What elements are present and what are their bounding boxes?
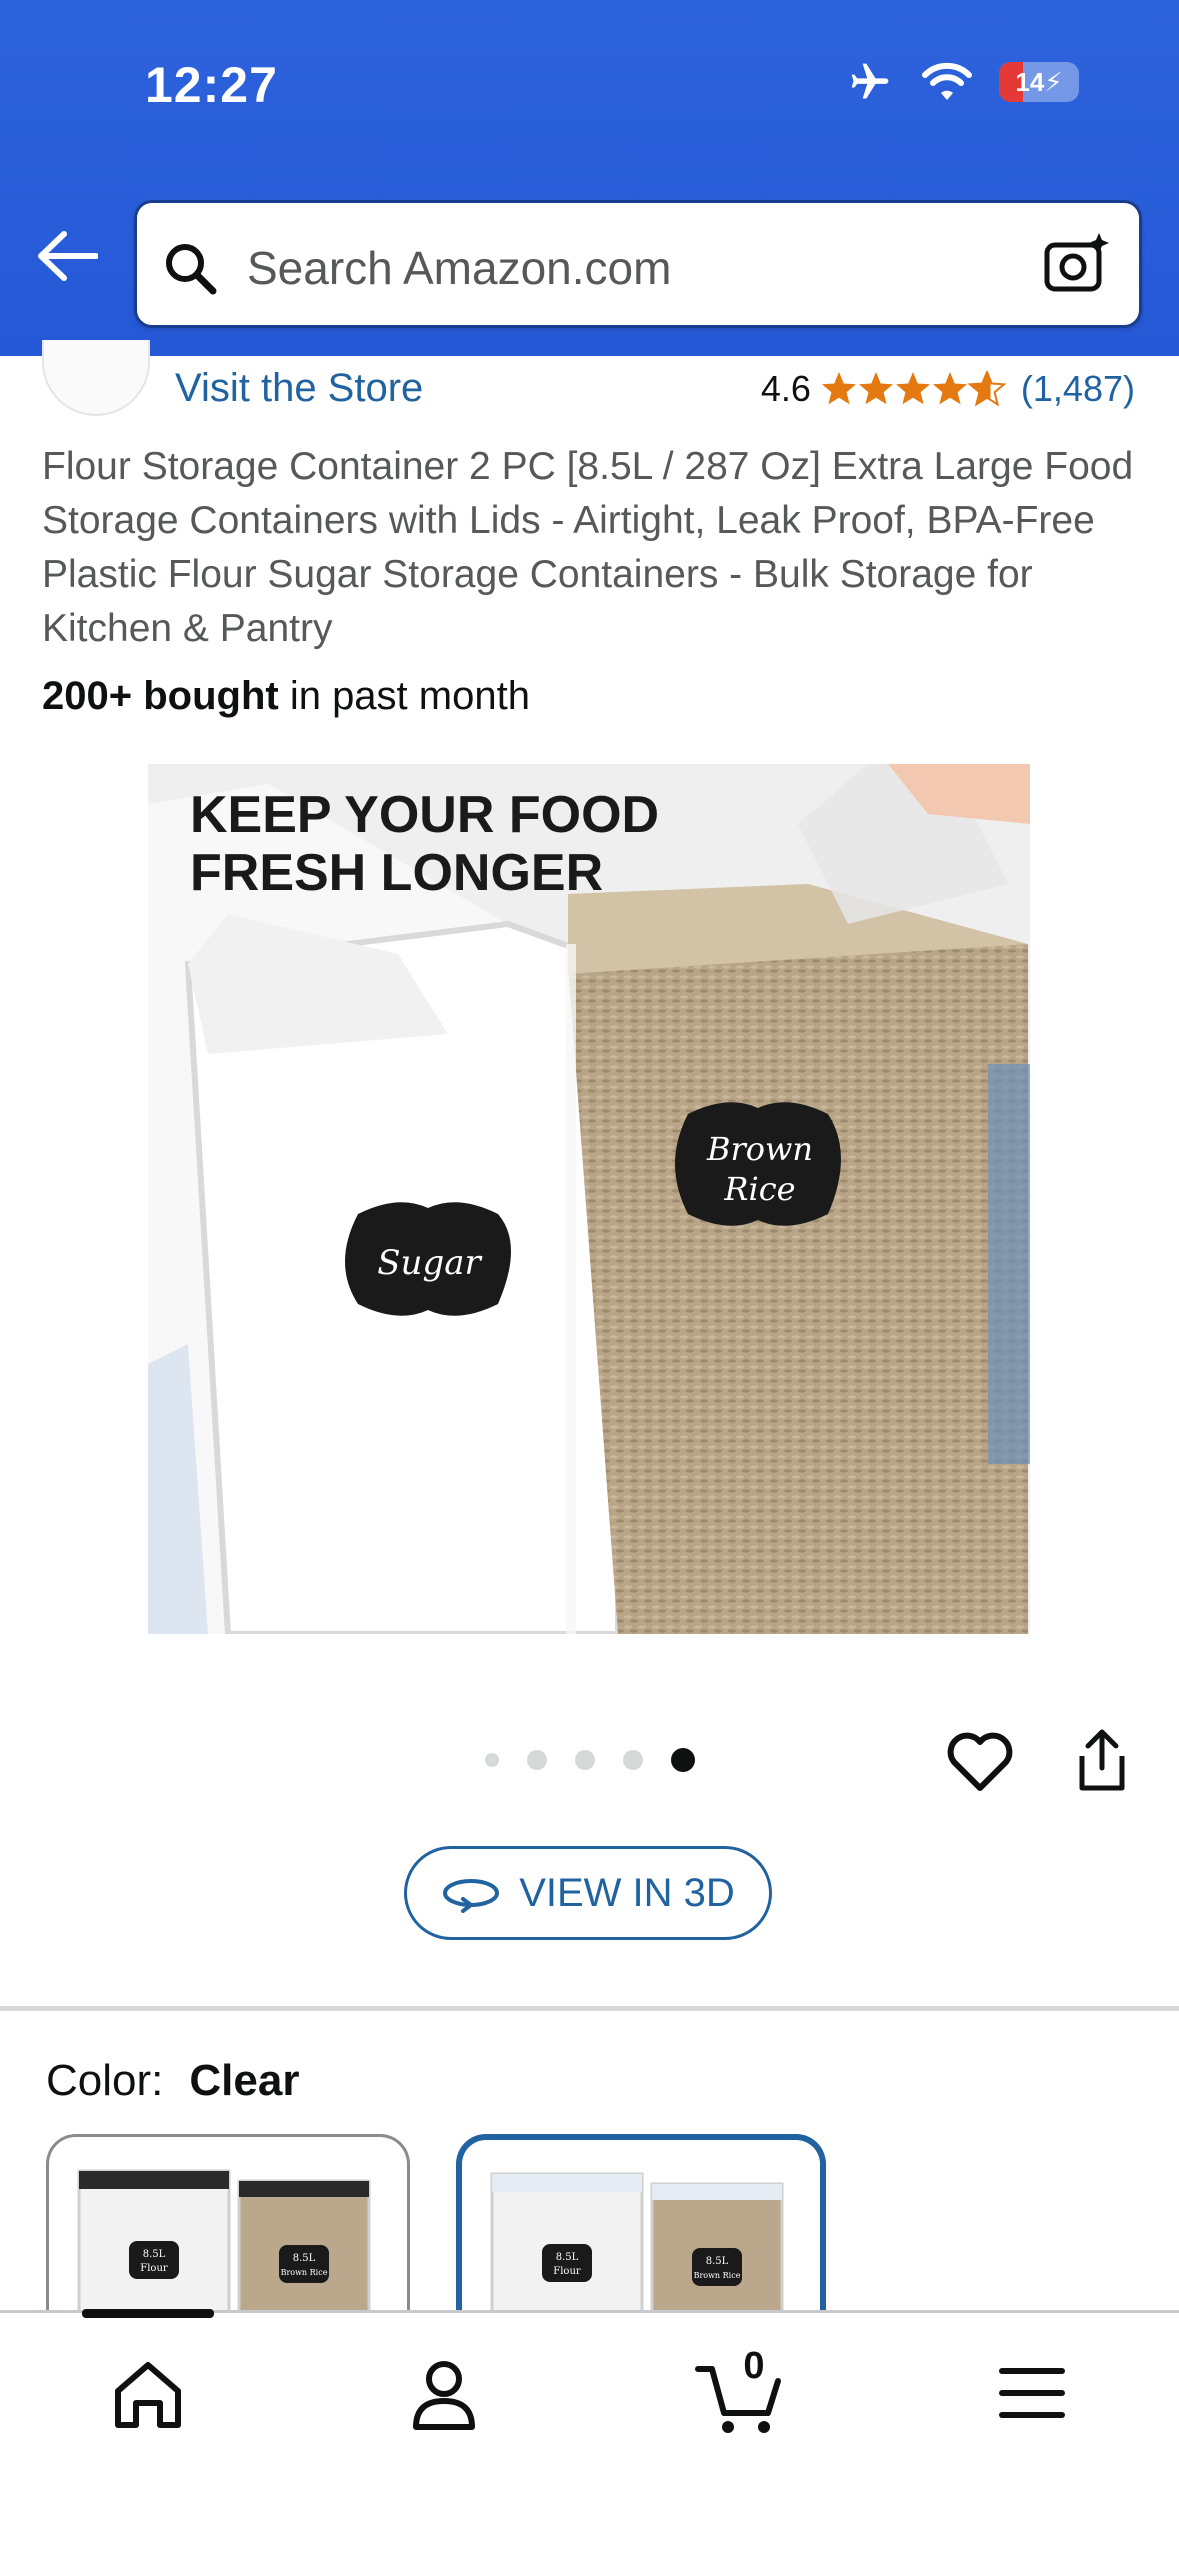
star-icon	[858, 372, 893, 405]
rating-summary[interactable]: 4.6 (1,487)	[761, 368, 1135, 410]
carousel-dot[interactable]	[575, 1750, 595, 1770]
cart-count: 0	[743, 2345, 765, 2387]
svg-text:Brown Rice: Brown Rice	[694, 2271, 741, 2280]
visit-store-link[interactable]: Visit the Store	[175, 366, 423, 411]
airplane-icon	[851, 63, 889, 99]
bottom-navigation: 0	[0, 2309, 1179, 2556]
app-header: 12:27 14 ⚡ Search Amazon.com	[0, 0, 1179, 356]
store-logo[interactable]	[42, 340, 150, 416]
swatch-image: 8.5L Flour 8.5L Brown Rice	[77, 2169, 371, 2324]
back-arrow-icon[interactable]	[36, 230, 98, 282]
bought-count: 200+ bought	[42, 674, 279, 718]
svg-text:Flour: Flour	[140, 2263, 168, 2274]
star-icon	[932, 372, 967, 405]
search-icon	[166, 244, 217, 295]
svg-text:8.5L: 8.5L	[706, 2256, 729, 2267]
carousel-dot[interactable]	[485, 1753, 499, 1767]
color-swatch-option-selected[interactable]: 8.5L Flour 8.5L Brown Rice	[456, 2134, 826, 2324]
rotate-3d-icon	[443, 1879, 500, 1913]
carousel-dot[interactable]	[623, 1750, 643, 1770]
image-headline-line1: KEEP YOUR FOOD	[190, 786, 659, 844]
view-in-3d-label: VIEW IN 3D	[519, 1870, 735, 1915]
rating-count: (1,487)	[1020, 368, 1135, 409]
svg-text:8.5L: 8.5L	[293, 2253, 316, 2264]
search-input[interactable]: Search Amazon.com	[134, 200, 1142, 328]
search-placeholder: Search Amazon.com	[247, 242, 672, 294]
status-icons: 14 ⚡	[845, 60, 1079, 104]
half-star-icon	[968, 371, 1005, 406]
share-icon[interactable]	[1074, 1728, 1130, 1794]
carousel-dot-active[interactable]	[671, 1748, 695, 1772]
svg-text:8.5L: 8.5L	[556, 2252, 579, 2263]
carousel-dots[interactable]	[485, 1748, 695, 1772]
brown-rice-label-line1: Brown	[706, 1130, 813, 1168]
carousel-dot[interactable]	[527, 1750, 547, 1770]
product-image[interactable]: Sugar Brown Rice KEEP YOUR FOOD FRESH LO…	[148, 764, 1030, 1634]
heart-icon[interactable]	[946, 1730, 1014, 1792]
star-icon	[895, 372, 930, 405]
color-swatch-option[interactable]: 8.5L Flour 8.5L Brown Rice	[46, 2134, 410, 2324]
battery-level: 14 ⚡	[1015, 66, 1063, 97]
active-tab-indicator	[82, 2309, 214, 2318]
wifi-icon	[922, 62, 972, 100]
sugar-label: Sugar	[377, 1243, 482, 1283]
image-headline-line2: FRESH LONGER	[190, 844, 603, 902]
menu-icon[interactable]	[996, 2363, 1068, 2423]
swatch-image: 8.5L Flour 8.5L Brown Rice	[490, 2172, 784, 2324]
svg-text:Flour: Flour	[553, 2266, 581, 2277]
color-label: Color:	[46, 2056, 164, 2105]
bought-period: in past month	[278, 674, 530, 718]
rating-value: 4.6	[760, 368, 811, 409]
view-in-3d-button[interactable]: VIEW IN 3D	[404, 1846, 772, 1940]
section-divider	[0, 2006, 1179, 2011]
svg-text:Brown Rice: Brown Rice	[281, 2268, 328, 2277]
camera-search-icon[interactable]	[1041, 229, 1111, 299]
product-title: Flour Storage Container 2 PC [8.5L / 287…	[42, 445, 1134, 650]
star-icon	[821, 372, 856, 405]
color-selection: Color: Clear	[46, 2056, 299, 2106]
rating-stars	[821, 371, 1005, 406]
bought-in-past-month: 200+ bought in past month	[42, 674, 530, 719]
svg-text:8.5L: 8.5L	[143, 2249, 166, 2260]
cart-button[interactable]: 0	[694, 2345, 784, 2435]
color-value: Clear	[189, 2056, 300, 2105]
status-time: 12:27	[145, 57, 278, 113]
account-icon[interactable]	[408, 2355, 480, 2435]
product-photo: Sugar Brown Rice KEEP YOUR FOOD FRESH LO…	[148, 764, 1030, 1634]
battery-icon: 14 ⚡	[999, 62, 1079, 102]
home-icon[interactable]	[108, 2355, 188, 2435]
brown-rice-label-line2: Rice	[723, 1170, 795, 1208]
